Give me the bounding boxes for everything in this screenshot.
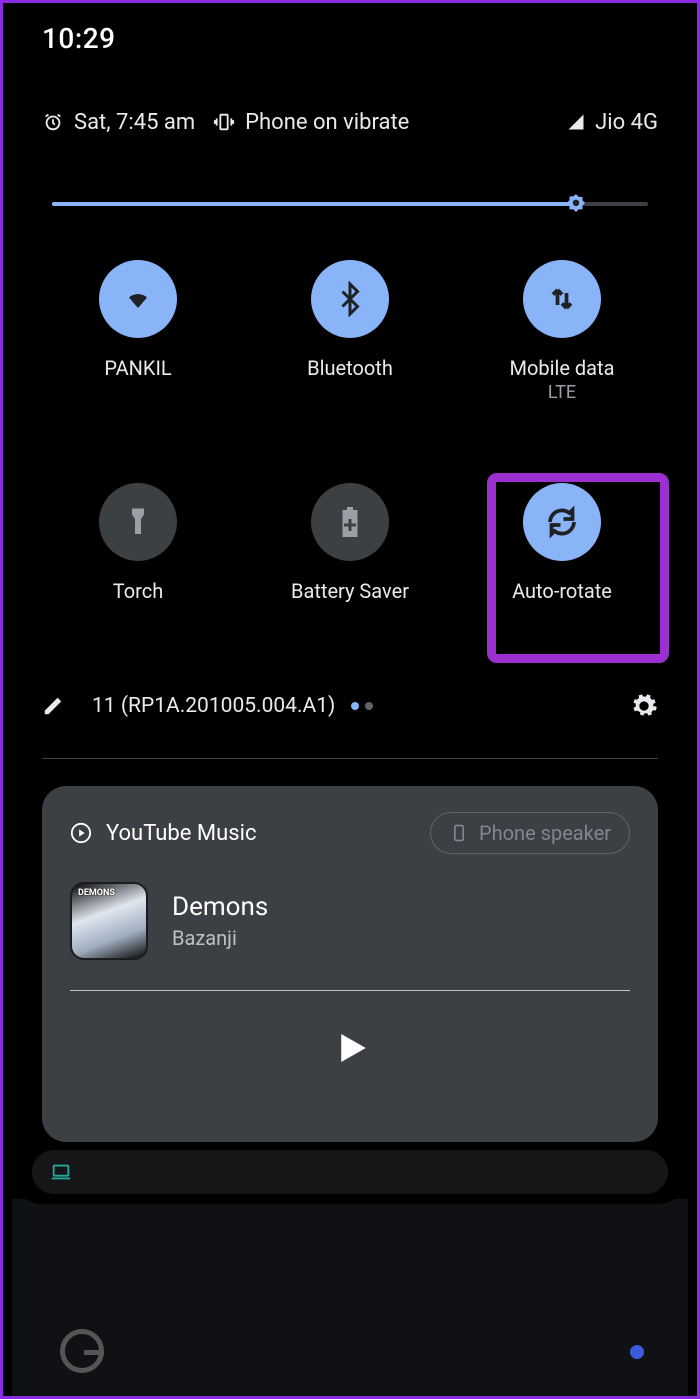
tile-label: PANKIL [104, 356, 171, 380]
tile-label: Torch [113, 579, 163, 603]
edit-icon[interactable] [42, 695, 64, 717]
tile-torch[interactable]: Torch [32, 483, 244, 603]
torch-icon [99, 483, 177, 561]
tile-label: Auto-rotate [512, 579, 612, 603]
status-time: 10:29 [42, 22, 116, 55]
alarm-icon [42, 111, 64, 133]
brightness-slider[interactable] [52, 192, 648, 216]
bluetooth-icon [311, 260, 389, 338]
build-info[interactable]: 11 (RP1A.201005.004.A1) [92, 694, 373, 718]
media-output-label: Phone speaker [479, 821, 611, 845]
tile-wifi[interactable]: PANKIL [32, 260, 244, 403]
brightness-thumb[interactable] [563, 192, 589, 218]
gear-icon[interactable] [630, 692, 658, 720]
divider [42, 758, 658, 759]
google-icon [60, 1329, 104, 1373]
tile-mobile-data[interactable]: Mobile data LTE [456, 260, 668, 403]
page-indicator [351, 702, 373, 710]
album-art [70, 882, 148, 960]
page-dot-active [351, 702, 359, 710]
tile-battery-saver[interactable]: Battery Saver [244, 483, 456, 603]
brightness-fill [52, 202, 576, 206]
track-artist: Bazanji [172, 926, 268, 950]
battery-saver-icon [311, 483, 389, 561]
auto-rotate-icon [523, 483, 601, 561]
quick-settings-panel: 10:29 Sat, 7:45 am Phone on vibrate Jio … [12, 0, 688, 1204]
media-card[interactable]: YouTube Music Phone speaker Demons Bazan… [42, 786, 658, 1142]
mobile-data-icon [523, 260, 601, 338]
notification-collapsed[interactable] [32, 1150, 668, 1194]
media-progress[interactable] [70, 990, 630, 991]
media-body: Demons Bazanji [70, 882, 630, 960]
wifi-icon [99, 260, 177, 338]
media-output-chip[interactable]: Phone speaker [430, 812, 630, 854]
tile-label: Mobile data [510, 356, 615, 380]
cellular-signal-icon [567, 113, 585, 131]
home-backdrop [12, 1199, 688, 1399]
qs-header: Sat, 7:45 am Phone on vibrate Jio 4G [12, 100, 688, 144]
phone-icon [449, 823, 469, 843]
qs-tiles: PANKIL Bluetooth Mobile data LTE Torch [12, 260, 688, 603]
track-title: Demons [172, 892, 268, 922]
brightness-icon [563, 192, 589, 218]
ringer-text: Phone on vibrate [245, 110, 409, 135]
play-button[interactable] [329, 1027, 371, 1073]
carrier-text: Jio 4G [595, 110, 658, 135]
tile-sublabel: LTE [548, 382, 576, 403]
media-header: YouTube Music Phone speaker [70, 812, 630, 854]
vibrate-icon [213, 111, 235, 133]
tile-label: Battery Saver [291, 579, 409, 603]
tile-auto-rotate[interactable]: Auto-rotate [456, 483, 668, 603]
alarm-text[interactable]: Sat, 7:45 am [74, 110, 195, 135]
media-app-name: YouTube Music [106, 821, 256, 846]
qs-footer: 11 (RP1A.201005.004.A1) [12, 692, 688, 720]
assistant-icon [630, 1345, 644, 1359]
tile-bluetooth[interactable]: Bluetooth [244, 260, 456, 403]
laptop-icon [50, 1161, 72, 1183]
tile-label: Bluetooth [307, 356, 393, 380]
build-text: 11 (RP1A.201005.004.A1) [92, 694, 335, 718]
play-icon [329, 1027, 371, 1069]
youtube-music-icon [70, 822, 92, 844]
page-dot [365, 702, 373, 710]
